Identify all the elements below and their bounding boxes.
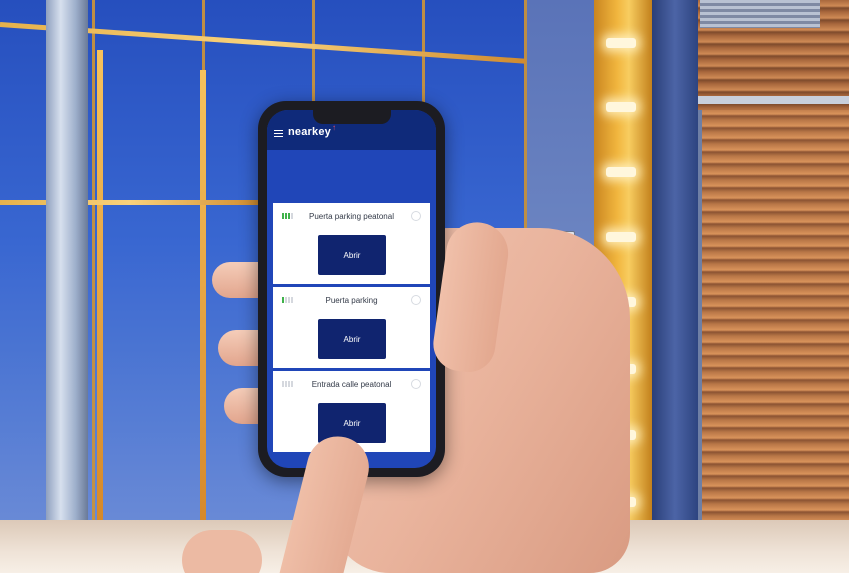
smartphone: nearkey ↑ Puerta parking peatonal Abrir … (258, 101, 445, 477)
wall-light (606, 167, 636, 177)
wall-light (606, 38, 636, 48)
signal-icon (282, 381, 293, 387)
vent-grille (700, 0, 820, 28)
metal-pole (46, 0, 88, 573)
brand-logo: nearkey (288, 126, 331, 138)
knuckle (182, 530, 262, 573)
user-icon (411, 379, 421, 389)
gold-beam (0, 200, 260, 205)
door-name: Puerta parking (325, 296, 378, 305)
door-card: Puerta parking Abrir (273, 287, 430, 368)
wall-light (606, 102, 636, 112)
open-door-button[interactable]: Abrir (318, 319, 386, 359)
signal-icon (282, 213, 293, 219)
user-icon (411, 211, 421, 221)
brand-mark-icon: ↑ (332, 123, 336, 132)
user-icon (411, 295, 421, 305)
gold-frame (200, 70, 206, 520)
app-screen: nearkey ↑ Puerta parking peatonal Abrir … (267, 110, 436, 468)
open-door-button[interactable]: Abrir (318, 235, 386, 275)
door-name: Entrada calle peatonal (311, 380, 392, 389)
wall-light (606, 232, 636, 242)
menu-icon[interactable] (274, 130, 283, 137)
phone-notch (313, 110, 391, 124)
door-name: Puerta parking peatonal (309, 212, 394, 221)
door-card: Puerta parking peatonal Abrir (273, 203, 430, 284)
dark-column (652, 0, 698, 525)
signal-icon (282, 297, 293, 303)
glass-panel (95, 0, 205, 540)
gold-frame (97, 50, 103, 520)
shutter-frame (698, 96, 849, 104)
